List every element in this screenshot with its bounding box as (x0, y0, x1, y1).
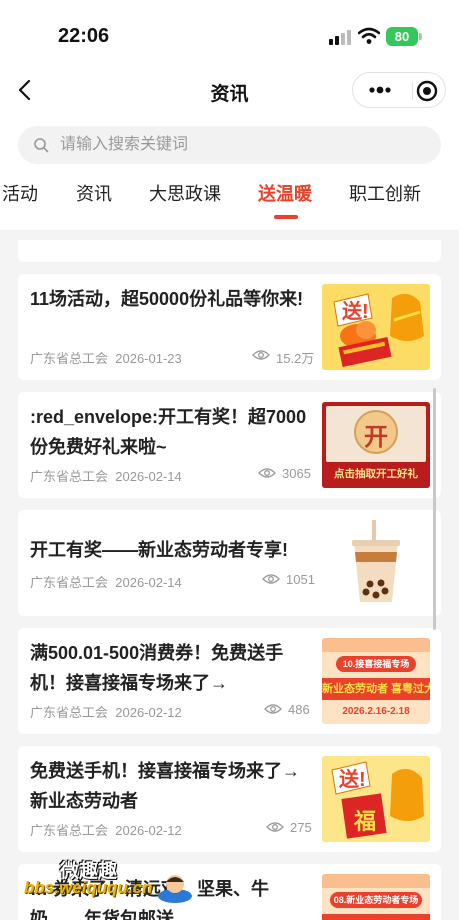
article-thumbnail (322, 520, 430, 606)
close-mini-program-icon[interactable] (415, 79, 439, 103)
status-bar: 22:06 80 (0, 0, 459, 66)
watermark-mascot-icon (158, 875, 192, 903)
article-source-date: 广东省总工会 2026-02-12 (30, 823, 182, 838)
svg-text:送!: 送! (339, 767, 366, 791)
list-item[interactable]: 免费送手机！接喜接福专场来了→新业态劳动者 广东省总工会 2026-02-12 … (18, 746, 441, 852)
article-thumbnail: 送! 福 (322, 756, 430, 842)
tab-worker-innovation[interactable]: 职工创新 (349, 180, 421, 206)
article-views: 275 (290, 820, 312, 835)
status-time: 22:06 (58, 25, 110, 47)
header-area: 活动 资讯 大思政课 送温暖 职工创新 (0, 116, 459, 230)
battery-indicator: 80 (386, 27, 418, 46)
article-views: 486 (288, 702, 310, 717)
battery-tip (419, 33, 422, 40)
category-tabs: 活动 资讯 大思政课 送温暖 职工创新 (0, 174, 459, 224)
watermark-logo: 微趣趣 bbs.weiququ.cn (18, 852, 198, 920)
article-source-date: 广东省总工会 2026-01-23 (30, 351, 182, 366)
list-item-partial[interactable] (18, 240, 441, 262)
tab-send-warmth[interactable]: 送温暖 (258, 180, 312, 206)
article-thumbnail: 10.接喜接福专场 新业态劳动者 喜粤过大年 2026.2.16-2.18 (322, 638, 430, 724)
article-thumbnail: 开 点击抽取开工好礼 (322, 402, 430, 488)
article-title: :red_envelope:开工有奖！超7000份免费好礼来啦~ (30, 407, 307, 457)
views-icon (258, 468, 276, 478)
views-icon (264, 704, 282, 714)
article-views: 3065 (282, 466, 311, 481)
views-icon (266, 822, 284, 832)
wifi-icon (358, 27, 380, 44)
tab-activity[interactable]: 活动 (0, 180, 38, 211)
svg-text:送!: 送! (342, 299, 369, 323)
list-item[interactable]: :red_envelope:开工有奖！超7000份免费好礼来啦~ 广东省总工会 … (18, 392, 441, 498)
article-source-date: 广东省总工会 2026-02-12 (30, 705, 182, 720)
article-thumbnail: 08.新业态劳动者专场 (322, 874, 430, 920)
views-icon (252, 350, 270, 360)
scrollbar[interactable] (433, 388, 436, 630)
article-views: 1051 (286, 572, 315, 587)
tab-ideology-class[interactable]: 大思政课 (149, 180, 221, 206)
views-icon (262, 574, 280, 584)
article-title: 免费送手机！接喜接福专场来了→新业态劳动者 (30, 761, 300, 811)
article-title: 11场活动，超50000份礼品等你来! (30, 289, 304, 309)
more-icon[interactable] (365, 81, 395, 99)
article-source-date: 广东省总工会 2026-02-14 (30, 469, 182, 484)
article-thumbnail: 送! (322, 284, 430, 370)
article-source-date: 广东省总工会 2026-02-14 (30, 575, 182, 590)
list-item[interactable]: 11场活动，超50000份礼品等你来! 广东省总工会 2026-01-23 15… (18, 274, 441, 380)
list-item[interactable]: 开工有奖——新业态劳动者专享! 广东省总工会 2026-02-14 1051 (18, 510, 441, 616)
watermark-url: bbs.weiququ.cn (24, 878, 153, 897)
capsule-divider (412, 82, 413, 100)
search-input[interactable] (60, 126, 420, 164)
search-box[interactable] (18, 126, 441, 164)
article-views: 15.2万 (276, 351, 315, 366)
signal-icon (329, 30, 351, 45)
list-item[interactable]: 满500.01-500消费券！免费送手机！接喜接福专场来了→ 广东省总工会 20… (18, 628, 441, 734)
tab-news[interactable]: 资讯 (76, 180, 112, 206)
article-title: 满500.01-500消费券！免费送手机！接喜接福专场来了→ (30, 643, 284, 693)
nav-bar: 资讯 (0, 66, 459, 116)
active-tab-indicator (274, 215, 298, 219)
article-feed: 11场活动，超50000份礼品等你来! 广东省总工会 2026-01-23 15… (0, 230, 459, 920)
article-title: 开工有奖——新业态劳动者专享! (30, 540, 288, 560)
mini-program-capsule (352, 72, 446, 108)
search-icon (34, 138, 49, 153)
